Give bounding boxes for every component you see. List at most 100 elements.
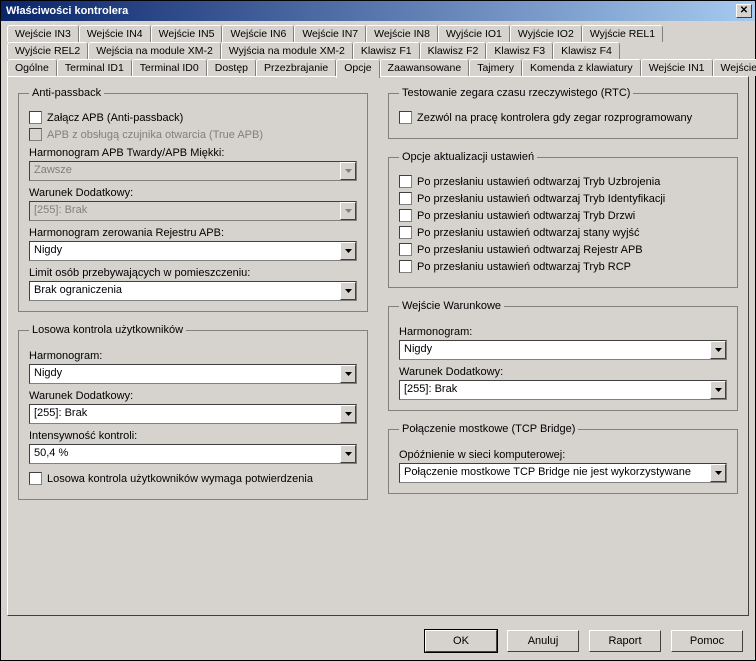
combo-rand-sched[interactable]: Nigdy bbox=[29, 364, 357, 384]
tab[interactable]: Klawisz F4 bbox=[553, 42, 620, 59]
label-cond-sched: Harmonogram: bbox=[399, 326, 727, 338]
tab-panel-opcje: Anti-passback Załącz APB (Anti-passback)… bbox=[7, 76, 749, 616]
chevron-down-icon[interactable] bbox=[710, 381, 726, 399]
button-bar: OK Anuluj Raport Pomoc bbox=[1, 622, 755, 660]
tab[interactable]: Wyjście IO1 bbox=[438, 25, 510, 42]
label-rand-cond: Warunek Dodatkowy: bbox=[29, 390, 357, 402]
report-button[interactable]: Raport bbox=[589, 630, 661, 652]
tab[interactable]: Wyjście IO2 bbox=[510, 25, 582, 42]
group-rtc: Testowanie zegara czasu rzeczywistego (R… bbox=[388, 87, 738, 139]
label-rand-sched: Harmonogram: bbox=[29, 350, 357, 362]
checkbox-upd5[interactable]: Po przesłaniu ustawień odtwarzaj Rejestr… bbox=[399, 243, 727, 256]
tab[interactable]: Wejścia na module XM-2 bbox=[88, 42, 221, 59]
label-apb-cond: Warunek Dodatkowy: bbox=[29, 187, 357, 199]
group-label: Opcje aktualizacji ustawień bbox=[399, 151, 537, 163]
tab[interactable]: Tajmery bbox=[469, 59, 522, 76]
tab[interactable]: Terminal ID1 bbox=[57, 59, 132, 76]
chevron-down-icon[interactable] bbox=[340, 242, 356, 260]
close-button[interactable]: ✕ bbox=[736, 4, 752, 18]
group-cond-input: Wejście Warunkowe Harmonogram: Nigdy War… bbox=[388, 300, 738, 411]
group-label: Testowanie zegara czasu rzeczywistego (R… bbox=[399, 87, 633, 99]
chevron-down-icon[interactable] bbox=[340, 445, 356, 463]
checkbox-label: Załącz APB (Anti-passback) bbox=[47, 112, 183, 124]
tab[interactable]: Zaawansowane bbox=[380, 59, 470, 76]
checkbox-upd6[interactable]: Po przesłaniu ustawień odtwarzaj Tryb RC… bbox=[399, 260, 727, 273]
tab[interactable]: Dostęp bbox=[207, 59, 256, 76]
checkbox-label: Po przesłaniu ustawień odtwarzaj stany w… bbox=[417, 227, 640, 239]
chevron-down-icon bbox=[340, 162, 356, 180]
checkbox-rand-confirm[interactable]: Losowa kontrola użytkowników wymaga potw… bbox=[29, 472, 357, 485]
tab[interactable]: Wyjście REL1 bbox=[582, 25, 663, 42]
combo-apb-limit[interactable]: Brak ograniczenia bbox=[29, 281, 357, 301]
combo-cond-sched[interactable]: Nigdy bbox=[399, 340, 727, 360]
chevron-down-icon[interactable] bbox=[340, 405, 356, 423]
tab[interactable]: Wejście IN5 bbox=[151, 25, 223, 42]
combo-rand-intens[interactable]: 50,4 % bbox=[29, 444, 357, 464]
checkbox-apb-true: APB z obsługą czujnika otwarcia (True AP… bbox=[29, 128, 357, 141]
group-label: Połączenie mostkowe (TCP Bridge) bbox=[399, 423, 578, 435]
checkbox-upd4[interactable]: Po przesłaniu ustawień odtwarzaj stany w… bbox=[399, 226, 727, 239]
checkbox-label: Zezwól na pracę kontrolera gdy zegar roz… bbox=[417, 112, 692, 124]
label-apb-reset: Harmonogram zerowania Rejestru APB: bbox=[29, 227, 357, 239]
tab[interactable]: Klawisz F3 bbox=[486, 42, 553, 59]
checkbox-label: Po przesłaniu ustawień odtwarzaj Tryb Dr… bbox=[417, 210, 635, 222]
group-update-opts: Opcje aktualizacji ustawień Po przesłani… bbox=[388, 151, 738, 288]
chevron-down-icon[interactable] bbox=[340, 365, 356, 383]
tab[interactable]: Komenda z klawiatury bbox=[522, 59, 641, 76]
tab[interactable]: Klawisz F1 bbox=[353, 42, 420, 59]
chevron-down-icon[interactable] bbox=[710, 464, 726, 482]
label-bridge-delay: Opóźnienie w sieci komputerowej: bbox=[399, 449, 727, 461]
tab[interactable]: Wyjście REL2 bbox=[7, 42, 88, 59]
tab[interactable]: Opcje bbox=[336, 59, 379, 78]
tab-strip: Wejście IN3Wejście IN4Wejście IN5Wejście… bbox=[1, 21, 755, 76]
checkbox-upd2[interactable]: Po przesłaniu ustawień odtwarzaj Tryb Id… bbox=[399, 192, 727, 205]
tab[interactable]: Klawisz F2 bbox=[420, 42, 487, 59]
window-title: Właściwości kontrolera bbox=[4, 5, 128, 17]
checkbox-label: Po przesłaniu ustawień odtwarzaj Tryb RC… bbox=[417, 261, 631, 273]
checkbox-upd1[interactable]: Po przesłaniu ustawień odtwarzaj Tryb Uz… bbox=[399, 175, 727, 188]
help-button[interactable]: Pomoc bbox=[671, 630, 743, 652]
label-apb-limit: Limit osób przebywających w pomieszczeni… bbox=[29, 267, 357, 279]
group-label: Losowa kontrola użytkowników bbox=[29, 324, 186, 336]
tab[interactable]: Terminal ID0 bbox=[132, 59, 207, 76]
titlebar: Właściwości kontrolera ✕ bbox=[1, 1, 755, 21]
chevron-down-icon bbox=[340, 202, 356, 220]
group-tcp-bridge: Połączenie mostkowe (TCP Bridge) Opóźnie… bbox=[388, 423, 738, 494]
tab[interactable]: Wejście IN7 bbox=[294, 25, 366, 42]
checkbox-upd3[interactable]: Po przesłaniu ustawień odtwarzaj Tryb Dr… bbox=[399, 209, 727, 222]
tab[interactable]: Wejście IN4 bbox=[79, 25, 151, 42]
combo-apb-reset[interactable]: Nigdy bbox=[29, 241, 357, 261]
chevron-down-icon[interactable] bbox=[710, 341, 726, 359]
tab[interactable]: Wejście IN2 bbox=[713, 59, 756, 76]
checkbox-apb-enable[interactable]: Załącz APB (Anti-passback) bbox=[29, 111, 357, 124]
tab[interactable]: Wejście IN6 bbox=[222, 25, 294, 42]
dialog-window: Właściwości kontrolera ✕ Wejście IN3Wejś… bbox=[0, 0, 756, 661]
combo-apb-sched: Zawsze bbox=[29, 161, 357, 181]
label-rand-intens: Intensywność kontroli: bbox=[29, 430, 357, 442]
tab[interactable]: Wejście IN1 bbox=[641, 59, 713, 76]
tab[interactable]: Przezbrajanie bbox=[256, 59, 336, 76]
tab[interactable]: Wyjścia na module XM-2 bbox=[221, 42, 353, 59]
label-apb-sched: Harmonogram APB Twardy/APB Miękki: bbox=[29, 147, 357, 159]
checkbox-label: Po przesłaniu ustawień odtwarzaj Rejestr… bbox=[417, 244, 643, 256]
combo-apb-cond: [255]: Brak bbox=[29, 201, 357, 221]
group-anti-passback: Anti-passback Załącz APB (Anti-passback)… bbox=[18, 87, 368, 312]
ok-button[interactable]: OK bbox=[425, 630, 497, 652]
checkbox-rtc-allow[interactable]: Zezwól na pracę kontrolera gdy zegar roz… bbox=[399, 111, 727, 124]
group-label: Anti-passback bbox=[29, 87, 104, 99]
checkbox-label: Losowa kontrola użytkowników wymaga potw… bbox=[47, 473, 313, 485]
combo-cond-cond[interactable]: [255]: Brak bbox=[399, 380, 727, 400]
checkbox-label: Po przesłaniu ustawień odtwarzaj Tryb Uz… bbox=[417, 176, 660, 188]
group-label: Wejście Warunkowe bbox=[399, 300, 504, 312]
tab[interactable]: Wejście IN8 bbox=[366, 25, 438, 42]
checkbox-label: Po przesłaniu ustawień odtwarzaj Tryb Id… bbox=[417, 193, 665, 205]
cancel-button[interactable]: Anuluj bbox=[507, 630, 579, 652]
combo-bridge-delay[interactable]: Połączenie mostkowe TCP Bridge nie jest … bbox=[399, 463, 727, 483]
checkbox-label: APB z obsługą czujnika otwarcia (True AP… bbox=[47, 129, 263, 141]
tab[interactable]: Ogólne bbox=[7, 59, 57, 76]
combo-rand-cond[interactable]: [255]: Brak bbox=[29, 404, 357, 424]
tab[interactable]: Wejście IN3 bbox=[7, 25, 79, 42]
chevron-down-icon[interactable] bbox=[340, 282, 356, 300]
group-random-check: Losowa kontrola użytkowników Harmonogram… bbox=[18, 324, 368, 500]
label-cond-cond: Warunek Dodatkowy: bbox=[399, 366, 727, 378]
